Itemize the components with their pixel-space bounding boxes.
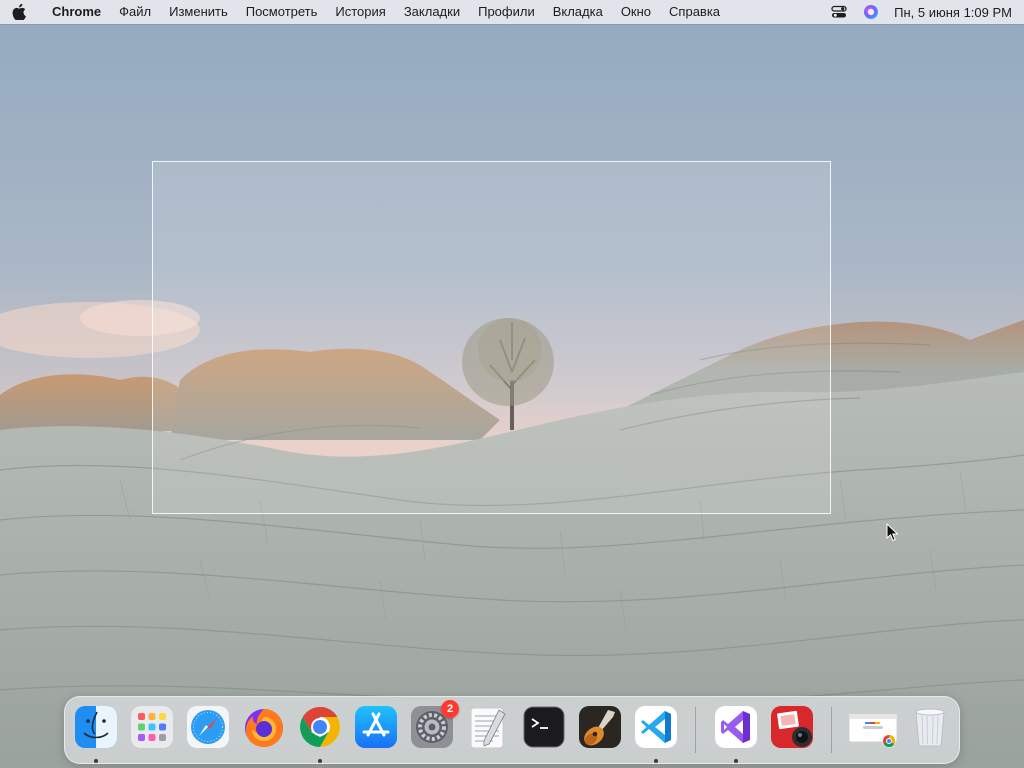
dock-photo-booth-icon[interactable] <box>769 704 815 750</box>
menu-view[interactable]: Посмотреть <box>237 0 327 24</box>
menu-window[interactable]: Окно <box>612 0 660 24</box>
desktop-selection-rectangle <box>152 161 831 514</box>
apple-menu-icon[interactable] <box>0 0 38 24</box>
dock-finder-icon[interactable] <box>73 704 119 763</box>
dock-separator <box>695 707 696 753</box>
running-indicator <box>654 759 658 763</box>
menu-tab[interactable]: Вкладка <box>544 0 612 24</box>
mouse-cursor-icon <box>886 522 900 543</box>
siri-icon[interactable] <box>862 3 880 21</box>
dock-garageband-icon[interactable] <box>577 704 623 750</box>
running-indicator <box>734 759 738 763</box>
running-indicator <box>318 759 322 763</box>
control-center-icon[interactable] <box>830 3 848 21</box>
dock-safari-icon[interactable] <box>185 704 231 750</box>
dock-firefox-icon[interactable] <box>241 704 287 750</box>
dock-launchpad-icon[interactable] <box>129 704 175 750</box>
menu-bar: Chrome Файл Изменить Посмотреть История … <box>0 0 1024 24</box>
dock: 2 <box>64 696 960 764</box>
dock-visual-studio-icon[interactable] <box>713 704 759 763</box>
menu-file[interactable]: Файл <box>110 0 160 24</box>
dock-app-store-icon[interactable] <box>353 704 399 750</box>
dock-terminal-icon[interactable] <box>521 704 567 750</box>
menubar-clock[interactable]: Пн, 5 июня 1:09 PM <box>894 5 1012 20</box>
menu-edit[interactable]: Изменить <box>160 0 237 24</box>
dock-minimized-chrome-window[interactable] <box>849 704 899 750</box>
dock-textedit-icon[interactable] <box>465 704 511 750</box>
dock-chrome-icon[interactable] <box>297 704 343 763</box>
menu-profiles[interactable]: Профили <box>469 0 544 24</box>
notification-badge: 2 <box>441 700 459 718</box>
menu-bookmarks[interactable]: Закладки <box>395 0 469 24</box>
dock-vscode-icon[interactable] <box>633 704 679 763</box>
menu-history[interactable]: История <box>326 0 394 24</box>
menu-app-name[interactable]: Chrome <box>38 0 110 24</box>
dock-separator <box>831 707 832 753</box>
menu-help[interactable]: Справка <box>660 0 729 24</box>
dock-system-preferences-icon[interactable]: 2 <box>409 700 459 750</box>
running-indicator <box>94 759 98 763</box>
dock-trash-icon[interactable] <box>907 704 953 750</box>
